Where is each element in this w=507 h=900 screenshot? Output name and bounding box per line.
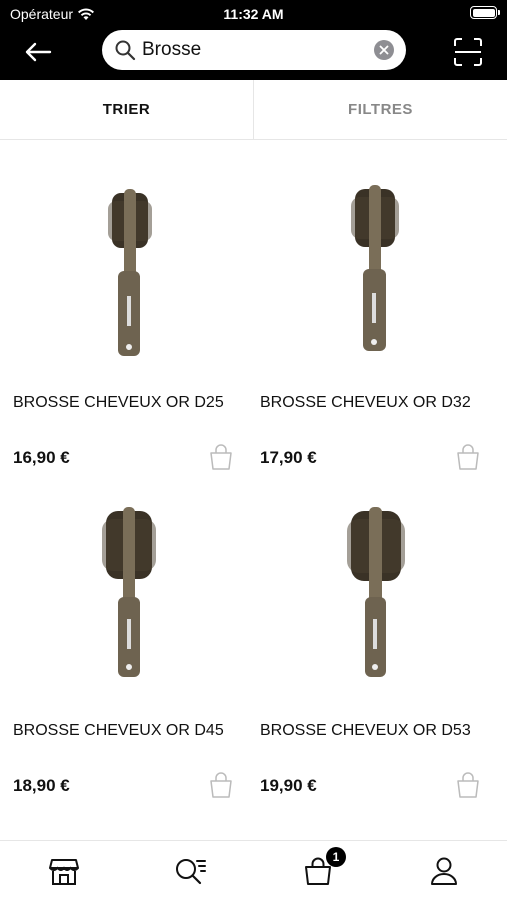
product-name: BROSSE CHEVEUX OR D25 [13, 394, 224, 411]
nav-account[interactable] [424, 853, 464, 889]
product-name: BROSSE CHEVEUX OR D53 [260, 722, 471, 739]
user-icon [431, 857, 457, 885]
product-name: BROSSE CHEVEUX OR D32 [260, 394, 471, 411]
clear-search-button[interactable] [374, 40, 394, 60]
close-icon [379, 45, 389, 55]
product-image [102, 507, 156, 677]
scan-button[interactable] [452, 36, 484, 68]
add-to-cart-icon[interactable] [208, 443, 234, 471]
battery-icon [470, 6, 500, 19]
store-icon [49, 859, 79, 885]
cart-count-badge: 1 [326, 847, 346, 867]
nav-store[interactable] [44, 853, 84, 889]
tab-filters[interactable]: FILTRES [254, 80, 507, 139]
barcode-scan-icon [454, 38, 482, 66]
add-to-cart-icon[interactable] [455, 443, 481, 471]
product-name: BROSSE CHEVEUX OR D45 [13, 722, 224, 739]
add-to-cart-icon[interactable] [455, 771, 481, 799]
search-input[interactable] [142, 39, 362, 61]
header-bar: Opérateur 11:32 AM [0, 0, 507, 80]
tab-sort[interactable]: TRIER [0, 80, 254, 139]
bottom-nav: 1 [0, 840, 507, 900]
search-icon [115, 40, 136, 61]
product-image [108, 189, 152, 356]
search-bar [102, 30, 406, 70]
product-price: 16,90 € [13, 448, 70, 467]
product-grid: BROSSE CHEVEUX OR D25 16,90 € BROSSE CHE… [0, 141, 507, 841]
sort-filter-bar: TRIER FILTRES [0, 80, 507, 140]
add-to-cart-icon[interactable] [208, 771, 234, 799]
status-time: 11:32 AM [223, 6, 284, 22]
product-price: 19,90 € [260, 776, 317, 795]
nav-cart[interactable]: 1 [298, 847, 346, 889]
back-button[interactable] [18, 36, 58, 68]
product-image [351, 185, 399, 351]
product-price: 18,90 € [13, 776, 70, 795]
nav-search[interactable] [170, 853, 210, 889]
arrow-left-icon [25, 42, 52, 62]
product-price: 17,90 € [260, 448, 317, 467]
search-list-icon [176, 859, 206, 885]
status-bar: Opérateur 11:32 AM [0, 0, 507, 28]
product-image [347, 507, 405, 677]
